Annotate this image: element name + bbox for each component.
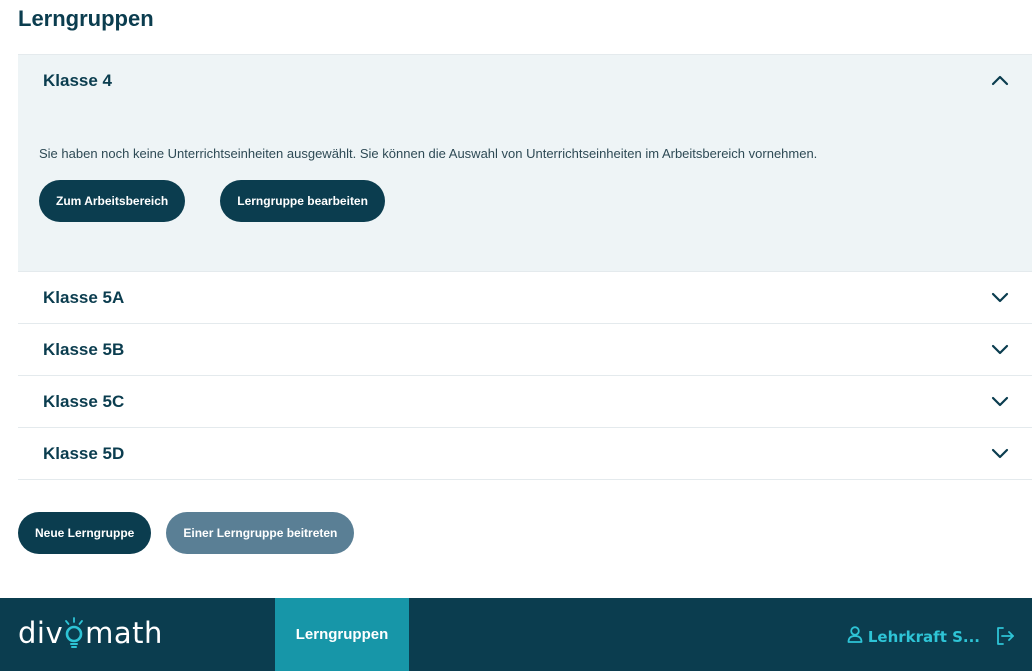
logo-text-left: div bbox=[18, 616, 64, 650]
user-name: Lehrkraft S... bbox=[867, 627, 980, 646]
chevron-down-icon[interactable] bbox=[990, 392, 1010, 412]
user-icon bbox=[847, 626, 863, 647]
user-menu[interactable]: Lehrkraft S... bbox=[847, 626, 980, 647]
group-button-row: Zum Arbeitsbereich Lerngruppe bearbeiten bbox=[39, 180, 1010, 222]
accordion-header-klasse-5a[interactable]: Klasse 5A bbox=[18, 272, 1032, 323]
empty-units-message: Sie haben noch keine Unterrichtseinheite… bbox=[39, 146, 818, 161]
group-actions: Neue Lerngruppe Einer Lerngruppe beitret… bbox=[18, 512, 355, 554]
accordion-item-klasse-5d: Klasse 5D bbox=[18, 427, 1032, 480]
logo-text-right: math bbox=[85, 616, 163, 650]
to-workspace-button[interactable]: Zum Arbeitsbereich bbox=[39, 180, 186, 222]
join-group-button[interactable]: Einer Lerngruppe beitreten bbox=[166, 512, 355, 554]
new-group-button[interactable]: Neue Lerngruppe bbox=[18, 512, 152, 554]
chevron-up-icon[interactable] bbox=[990, 71, 1010, 91]
accordion-item-klasse-5a: Klasse 5A bbox=[18, 271, 1032, 323]
group-name: Klasse 4 bbox=[43, 70, 112, 90]
chevron-down-icon[interactable] bbox=[990, 288, 1010, 308]
accordion-header-klasse-5b[interactable]: Klasse 5B bbox=[18, 324, 1032, 375]
accordion-item-klasse-5b: Klasse 5B bbox=[18, 323, 1032, 375]
lightbulb-icon bbox=[63, 617, 85, 649]
edit-group-button[interactable]: Lerngruppe bearbeiten bbox=[220, 180, 385, 222]
group-name: Klasse 5C bbox=[43, 391, 125, 411]
accordion-item-klasse-4: Klasse 4 Sie haben noch keine Unterricht… bbox=[18, 54, 1032, 271]
group-accordion: Klasse 4 Sie haben noch keine Unterricht… bbox=[18, 54, 1032, 480]
accordion-header-klasse-5c[interactable]: Klasse 5C bbox=[18, 376, 1032, 427]
accordion-header-klasse-4[interactable]: Klasse 4 bbox=[18, 55, 1032, 106]
group-name: Klasse 5A bbox=[43, 287, 125, 307]
chevron-down-icon[interactable] bbox=[990, 340, 1010, 360]
page-title: Lerngruppen bbox=[18, 6, 154, 31]
logout-icon[interactable] bbox=[995, 626, 1015, 651]
accordion-header-klasse-5d[interactable]: Klasse 5D bbox=[18, 428, 1032, 479]
chevron-down-icon[interactable] bbox=[990, 444, 1010, 464]
footer-bar: div math Lerngruppen Lehrkraft S... bbox=[0, 598, 1032, 671]
accordion-item-klasse-5c: Klasse 5C bbox=[18, 375, 1032, 427]
group-name: Klasse 5B bbox=[43, 339, 125, 359]
nav-tab-lerngruppen[interactable]: Lerngruppen bbox=[275, 598, 409, 671]
group-name: Klasse 5D bbox=[43, 443, 125, 463]
divomath-logo[interactable]: div math bbox=[18, 616, 163, 650]
accordion-body-klasse-4: Sie haben noch keine Unterrichtseinheite… bbox=[18, 106, 1032, 271]
